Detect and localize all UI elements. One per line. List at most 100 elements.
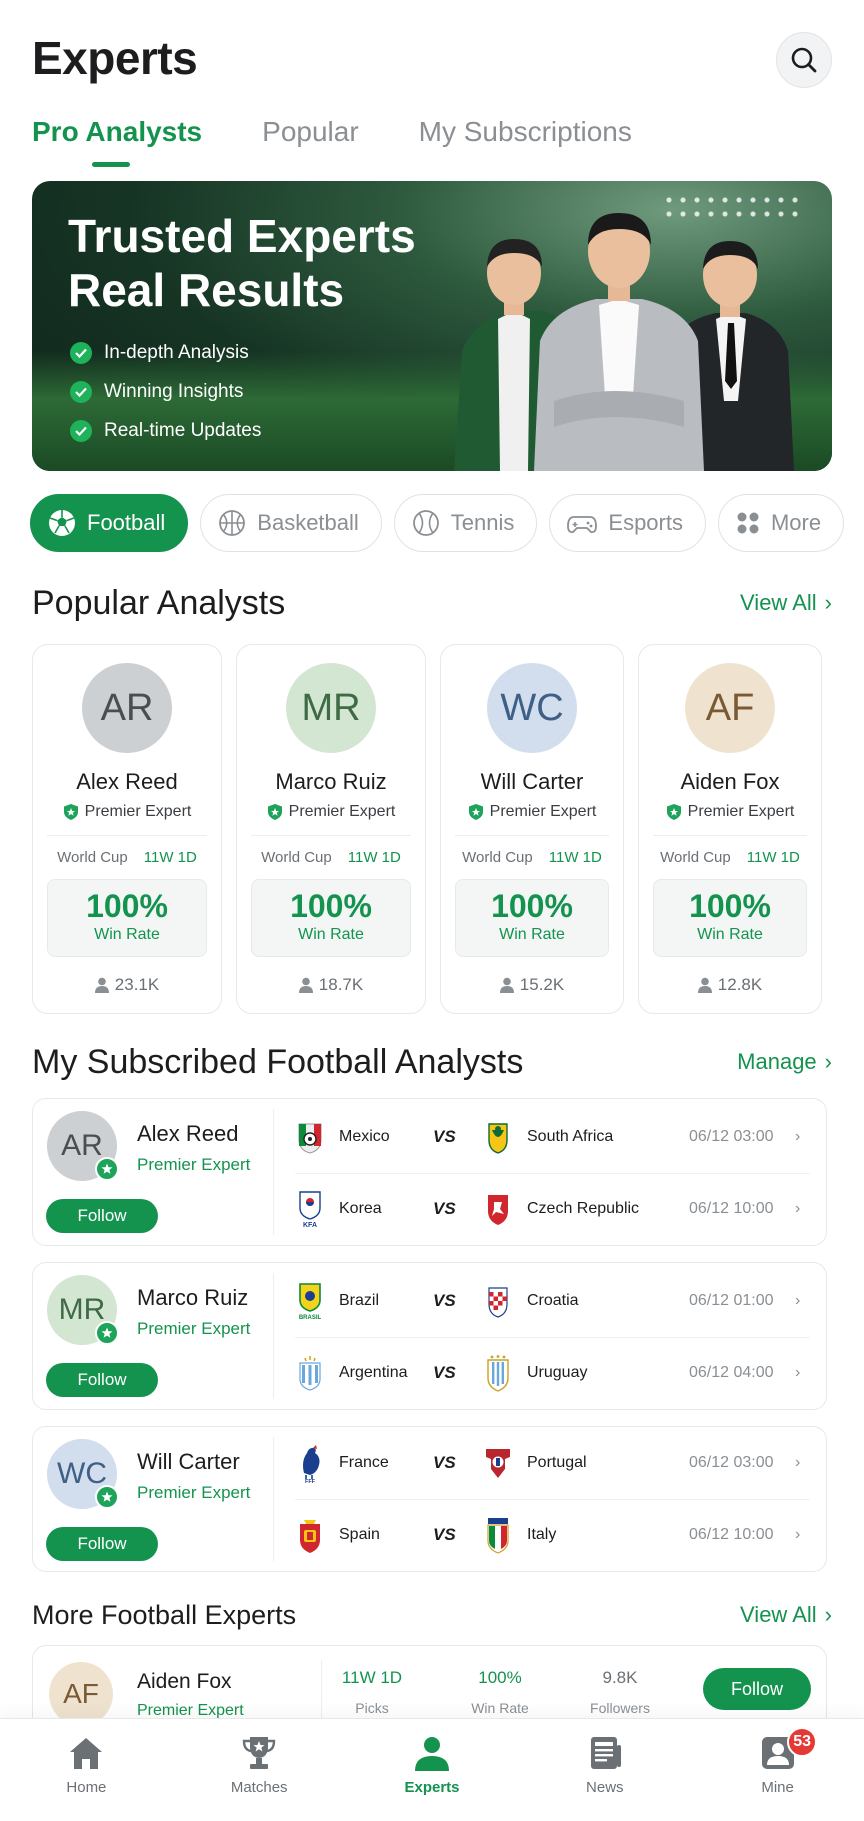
sport-chip-basketball[interactable]: Basketball: [200, 494, 382, 552]
match-row[interactable]: Argentina VS Uruguay 06/12 04:00 ›: [295, 1345, 810, 1401]
home-team: Argentina: [339, 1364, 408, 1381]
subscribed-analyst-card: WC Will Carter Premier Expert Follow FFF…: [32, 1426, 827, 1572]
tab-bar: Pro Analysts Popular My Subscriptions: [32, 112, 632, 172]
analyst-role: Premier Expert: [137, 1155, 251, 1174]
analyst-summary[interactable]: AR Alex Reed Premier Expert Follow: [33, 1099, 273, 1245]
star-badge-icon: [95, 1485, 119, 1509]
league-label: World Cup: [660, 849, 731, 866]
promo-banner[interactable]: Trusted Experts Real Results In-depth An…: [32, 181, 832, 471]
analyst-card[interactable]: MR Marco Ruiz Premier Expert World Cup 11…: [236, 644, 426, 1014]
chevron-right-icon: ›: [795, 1454, 801, 1471]
home-team: Brazil: [339, 1292, 380, 1309]
record-row: World Cup 11W 1D: [639, 849, 821, 866]
home-team: Spain: [339, 1526, 380, 1543]
sport-chip-label: More: [770, 510, 822, 535]
analyst-summary[interactable]: MR Marco Ruiz Premier Expert Follow: [33, 1263, 273, 1409]
nav-mine[interactable]: Mine 53: [691, 1719, 864, 1821]
basketball-icon: [219, 510, 246, 536]
nav-news[interactable]: News: [518, 1719, 691, 1821]
followers-value: 18.7K: [318, 975, 364, 994]
record-value: 11W 1D: [548, 849, 602, 866]
analyst-card[interactable]: AR Alex Reed Premier Expert World Cup 11W…: [32, 644, 222, 1014]
analyst-name: Marco Ruiz: [275, 769, 387, 794]
manage-link[interactable]: Manage ›: [737, 1049, 832, 1075]
divider: [273, 1109, 274, 1235]
person-icon: [94, 977, 109, 993]
korea-flag-icon: KFA: [295, 1191, 325, 1228]
banner-bullet-text: Real-time Updates: [104, 419, 262, 441]
nav-matches[interactable]: Matches: [173, 1719, 346, 1821]
person-icon: [697, 977, 712, 993]
brazil-flag-icon: BRASIL: [295, 1283, 325, 1320]
tab-popular[interactable]: Popular: [262, 112, 359, 172]
search-button[interactable]: [776, 32, 832, 88]
win-rate-value: 100%: [86, 888, 168, 924]
match-row[interactable]: FFF France VS Portugal 06/12 03:00 ›: [295, 1435, 810, 1491]
spain-flag-icon: [295, 1517, 325, 1553]
tab-pro-analysts[interactable]: Pro Analysts: [32, 112, 202, 172]
subscribed-analysts-header: My Subscribed Football Analysts Manage ›: [32, 1040, 832, 1084]
sport-chip-football[interactable]: Football: [30, 494, 189, 552]
away-team: South Africa: [527, 1128, 614, 1145]
sport-filter-bar: Football Basketball Tennis Esports More: [30, 494, 845, 552]
sport-chip-esports[interactable]: Esports: [549, 494, 706, 552]
analyst-card[interactable]: WC Will Carter Premier Expert World Cup 1…: [440, 644, 624, 1014]
svg-text:FFF: FFF: [305, 1479, 316, 1483]
sport-chip-more[interactable]: More: [717, 494, 845, 552]
view-all-link[interactable]: View All ›: [740, 590, 832, 616]
follow-button[interactable]: Follow: [46, 1527, 158, 1561]
sport-chip-label: Esports: [608, 510, 683, 535]
picks-label: Picks: [355, 1700, 389, 1716]
expert-name: Aiden Fox: [137, 1670, 232, 1693]
divider: [47, 835, 207, 836]
match-row[interactable]: Spain VS Italy 06/12 10:00 ›: [295, 1507, 810, 1563]
sport-chip-label: Tennis: [450, 510, 515, 535]
follow-button[interactable]: Follow: [703, 1668, 811, 1710]
view-all-link[interactable]: View All ›: [740, 1602, 832, 1628]
role-text: Premier Expert: [288, 803, 396, 820]
star-badge-icon: [95, 1157, 119, 1181]
followers-stat: 9.8K Followers: [565, 1668, 675, 1716]
banner-bullet-text: Winning Insights: [104, 380, 244, 402]
win-rate-box: 100% Win Rate: [653, 879, 807, 957]
analyst-role: Premier Expert: [137, 1319, 251, 1338]
record-value: 11W 1D: [347, 849, 401, 866]
shield-icon: [267, 804, 282, 820]
win-rate-label: Win Rate: [697, 926, 763, 943]
follow-button[interactable]: Follow: [46, 1199, 158, 1233]
analyst-role: Premier Expert: [441, 803, 623, 821]
sport-chip-tennis[interactable]: Tennis: [393, 494, 538, 552]
match-row[interactable]: BRASIL Brazil VS Croatia 06/12 01:00 ›: [295, 1273, 810, 1329]
person-icon: [298, 977, 313, 993]
win-rate-label: Win Rate: [499, 926, 565, 943]
tab-my-subscriptions[interactable]: My Subscriptions: [419, 112, 632, 172]
divider: [273, 1437, 274, 1561]
followers-value: 12.8K: [717, 975, 763, 994]
check-icon: [70, 419, 92, 442]
header: Experts: [32, 28, 832, 92]
croatia-flag-icon: [483, 1283, 513, 1319]
nav-home[interactable]: Home: [0, 1719, 173, 1821]
section-title: My Subscribed Football Analysts: [32, 1042, 524, 1081]
chevron-right-icon: ›: [824, 1602, 832, 1627]
experts-illustration: [454, 213, 794, 471]
avatar: AF: [685, 663, 775, 753]
page-title: Experts: [32, 32, 198, 84]
away-team: Portugal: [527, 1454, 587, 1471]
chevron-right-icon: ›: [824, 1049, 832, 1074]
match-row[interactable]: KFA Korea VS Czech Republic 06/12 10:00 …: [295, 1181, 810, 1237]
sport-chip-label: Football: [87, 510, 166, 535]
follow-button[interactable]: Follow: [46, 1363, 158, 1397]
analyst-summary[interactable]: WC Will Carter Premier Expert Follow: [33, 1427, 273, 1571]
win-rate-value: 100%: [491, 888, 573, 924]
chevron-right-icon: ›: [795, 1200, 801, 1217]
win-rate-label: Win Rate: [298, 926, 364, 943]
grid-icon: [737, 512, 759, 534]
notification-badge: 53: [787, 1727, 818, 1757]
nav-experts[interactable]: Experts: [346, 1719, 519, 1821]
trophy-icon: [242, 1737, 276, 1769]
match-row[interactable]: Mexico VS South Africa 06/12 03:00 ›: [295, 1109, 810, 1165]
match-time: 06/12 04:00: [689, 1364, 774, 1381]
analyst-card[interactable]: AF Aiden Fox Premier Expert World Cup 11W…: [638, 644, 822, 1014]
divider: [295, 1499, 810, 1500]
